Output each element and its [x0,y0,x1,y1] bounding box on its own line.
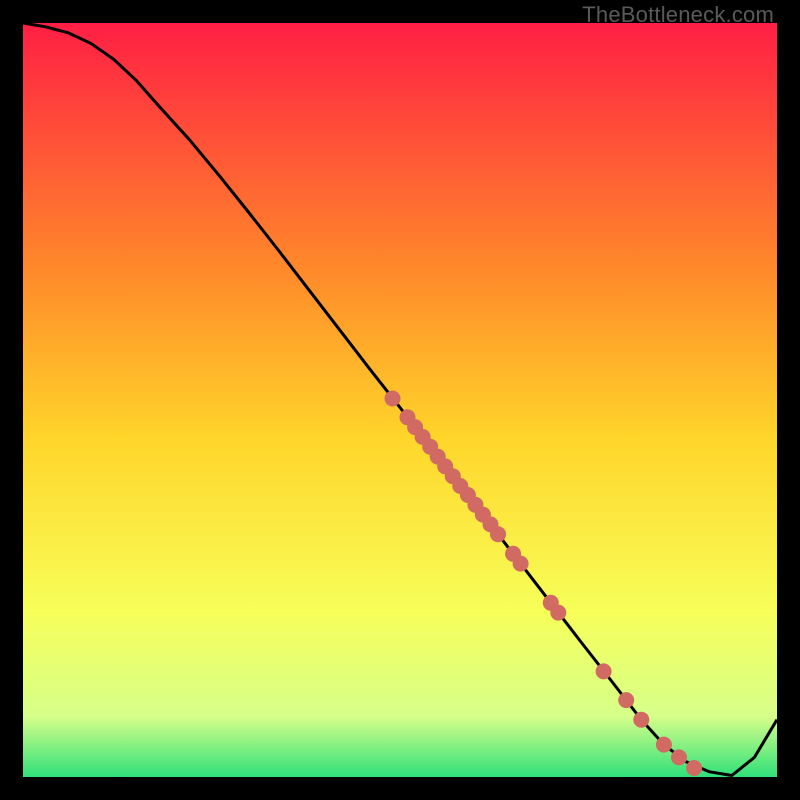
highlight-dot [513,556,529,572]
highlight-dot [671,749,687,765]
watermark-text: TheBottleneck.com [582,2,774,28]
highlight-dot [686,760,702,776]
highlight-dot [633,712,649,728]
highlight-dot [385,391,401,407]
highlight-dot [490,526,506,542]
highlight-dot [618,692,634,708]
highlight-dot [656,737,672,753]
chart-svg [23,23,777,777]
chart-frame [23,23,777,777]
highlight-dot [550,605,566,621]
highlight-dot [596,663,612,679]
